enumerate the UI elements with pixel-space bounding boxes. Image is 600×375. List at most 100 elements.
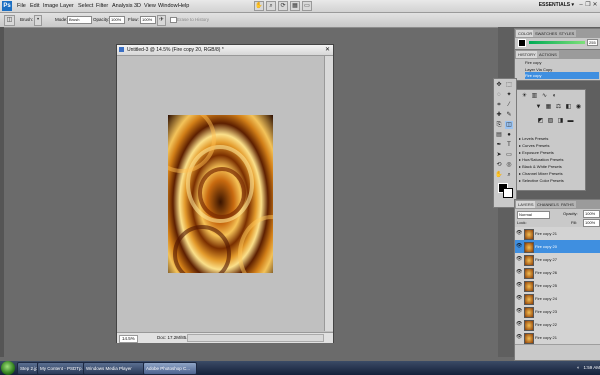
vertical-scrollbar[interactable] bbox=[324, 56, 333, 331]
adjustment-preset-item[interactable]: ▸ Selective Color Presets bbox=[519, 177, 583, 184]
tab-history[interactable]: HISTORY bbox=[516, 51, 538, 58]
document-title-bar[interactable]: Untitled-3 @ 14.5% (Fire copy 20, RGB/8)… bbox=[117, 45, 333, 56]
adjustment-preset-item[interactable]: ▸ Exposure Presets bbox=[519, 149, 583, 156]
history-item[interactable]: Fire copy bbox=[525, 59, 599, 66]
eye-icon[interactable]: 👁 bbox=[516, 334, 522, 340]
photo-filter-icon[interactable]: ◉ bbox=[575, 104, 582, 111]
eye-icon[interactable]: 👁 bbox=[516, 269, 522, 275]
eye-icon[interactable]: 👁 bbox=[516, 230, 522, 236]
color-slider[interactable] bbox=[529, 41, 585, 44]
magic-wand-tool-icon[interactable]: ✦ bbox=[505, 91, 513, 99]
posterize-icon[interactable]: ▨ bbox=[547, 118, 554, 125]
menu-image[interactable]: Image bbox=[43, 2, 58, 10]
opacity-field[interactable]: 100% bbox=[109, 16, 125, 24]
foreground-swatch[interactable] bbox=[518, 39, 526, 47]
start-button[interactable] bbox=[1, 361, 15, 375]
mode-select[interactable]: Brush bbox=[67, 16, 92, 24]
tab-swatches[interactable]: SWATCHES bbox=[533, 30, 560, 37]
hue-icon[interactable]: ▦ bbox=[545, 104, 552, 111]
minimize-button[interactable]: – bbox=[578, 2, 584, 9]
crop-tool-icon[interactable]: ⌗ bbox=[495, 101, 503, 109]
eyedropper-tool-icon[interactable]: ⁄ bbox=[505, 101, 513, 109]
layer-row[interactable]: 👁 Fire copy 24 bbox=[515, 292, 600, 306]
dodge-tool-icon[interactable]: ● bbox=[505, 131, 513, 139]
menu-file[interactable]: File bbox=[17, 2, 26, 10]
zoom-level-field[interactable]: 14.5% bbox=[119, 335, 138, 343]
layer-row[interactable]: 👁 Fire copy 21 bbox=[515, 227, 600, 241]
threshold-icon[interactable]: ◨ bbox=[557, 118, 564, 125]
close-button[interactable]: ✕ bbox=[592, 2, 598, 9]
brush-tool-icon[interactable]: ✎ bbox=[505, 111, 513, 119]
flow-field[interactable]: 100% bbox=[140, 16, 156, 24]
lasso-tool-icon[interactable]: ◌ bbox=[495, 91, 503, 99]
tray-volume-icon[interactable]: ◖ bbox=[577, 365, 580, 370]
eye-icon[interactable]: 👁 bbox=[516, 321, 522, 327]
tab-color[interactable]: COLOR bbox=[516, 30, 535, 37]
tab-styles[interactable]: STYLES bbox=[557, 30, 577, 37]
tab-layers[interactable]: LAYERS bbox=[516, 201, 536, 208]
gradient-tool-icon[interactable]: ▤ bbox=[495, 131, 503, 139]
taskbar-item-active[interactable]: Adobe Photoshop C... bbox=[143, 362, 197, 375]
tab-paths[interactable]: PATHS bbox=[559, 201, 576, 208]
adjustment-preset-item[interactable]: ▸ Black & White Presets bbox=[519, 163, 583, 170]
layer-row-selected[interactable]: 👁 Fire copy 20 bbox=[515, 240, 600, 254]
layer-opacity-field[interactable]: 100% bbox=[583, 210, 600, 218]
path-select-tool-icon[interactable]: ➤ bbox=[495, 151, 503, 159]
tab-actions[interactable]: ACTIONS bbox=[537, 51, 559, 58]
zoom-icon[interactable]: ⌕ bbox=[266, 1, 276, 11]
brightness-icon[interactable]: ☀ bbox=[521, 93, 528, 100]
menu-help[interactable]: Help bbox=[178, 2, 189, 10]
color-balance-icon[interactable]: ⚖ bbox=[555, 104, 562, 111]
eye-icon[interactable]: 👁 bbox=[516, 256, 522, 262]
layer-row[interactable]: 👁 Fire copy 27 bbox=[515, 253, 600, 267]
adjustment-preset-item[interactable]: ▸ Channel Mixer Presets bbox=[519, 170, 583, 177]
menu-3d[interactable]: 3D bbox=[134, 2, 141, 10]
exposure-icon[interactable]: ◐ bbox=[551, 93, 558, 100]
shape-tool-icon[interactable]: ▭ bbox=[505, 151, 513, 159]
workspace-switcher[interactable]: ESSENTIALS ▾ bbox=[539, 2, 574, 8]
layer-row[interactable]: 👁 Fire copy 23 bbox=[515, 305, 600, 319]
erase-history-checkbox[interactable] bbox=[170, 17, 177, 23]
menu-analysis[interactable]: Analysis bbox=[112, 2, 132, 10]
layer-row[interactable]: 👁 Fire copy 21 bbox=[515, 331, 600, 345]
eraser-tool-icon[interactable]: ◫ bbox=[4, 15, 15, 26]
fire-artwork-canvas[interactable] bbox=[168, 115, 273, 273]
brush-preset-icon[interactable]: • bbox=[34, 15, 42, 26]
blend-mode-select[interactable]: Normal bbox=[517, 211, 550, 219]
screen-mode-icon[interactable]: ▭ bbox=[302, 1, 312, 11]
menu-select[interactable]: Select bbox=[78, 2, 93, 10]
arrange-icon[interactable]: ▦ bbox=[290, 1, 300, 11]
eye-icon[interactable]: 👁 bbox=[516, 282, 522, 288]
layer-row[interactable]: 👁 Fire copy 25 bbox=[515, 279, 600, 293]
move-tool-icon[interactable]: ✥ bbox=[495, 81, 503, 89]
levels-icon[interactable]: ▥ bbox=[531, 93, 538, 100]
adjustment-preset-item[interactable]: ▸ Hue/Saturation Presets bbox=[519, 156, 583, 163]
horizontal-scrollbar[interactable] bbox=[187, 334, 324, 342]
pen-tool-icon[interactable]: ✒ bbox=[495, 141, 503, 149]
3d-orbit-tool-icon[interactable]: ◎ bbox=[505, 161, 513, 169]
tab-channels[interactable]: CHANNELS bbox=[535, 201, 561, 208]
menu-filter[interactable]: Filter bbox=[96, 2, 108, 10]
layer-row[interactable]: 👁 Fire copy 26 bbox=[515, 266, 600, 280]
curves-icon[interactable]: ∿ bbox=[541, 93, 548, 100]
menu-layer[interactable]: Layer bbox=[60, 2, 74, 10]
healing-tool-icon[interactable]: ✚ bbox=[495, 111, 503, 119]
type-tool-icon[interactable]: T bbox=[505, 141, 513, 149]
eraser-tool-icon[interactable]: ◫ bbox=[505, 121, 513, 129]
restore-button[interactable]: ❐ bbox=[585, 2, 591, 9]
vibrance-icon[interactable]: ▼ bbox=[535, 104, 542, 111]
clone-tool-icon[interactable]: ⎘ bbox=[495, 121, 503, 129]
black-white-icon[interactable]: ◧ bbox=[565, 104, 572, 111]
airbrush-icon[interactable]: ✈ bbox=[157, 15, 166, 26]
eye-icon[interactable]: 👁 bbox=[516, 295, 522, 301]
fill-field[interactable]: 100% bbox=[583, 219, 600, 227]
menu-view[interactable]: View bbox=[144, 2, 156, 10]
eye-icon[interactable]: 👁 bbox=[516, 243, 522, 249]
menu-window[interactable]: Window bbox=[158, 2, 178, 10]
zoom-tool-icon[interactable]: ⌕ bbox=[505, 171, 513, 179]
adjustment-preset-item[interactable]: ▸ Curves Presets bbox=[519, 142, 583, 149]
layer-row[interactable]: 👁 Fire copy 22 bbox=[515, 318, 600, 332]
clock[interactable]: 1:59 AM bbox=[583, 365, 600, 370]
invert-icon[interactable]: ◩ bbox=[537, 118, 544, 125]
eye-icon[interactable]: 👁 bbox=[516, 308, 522, 314]
